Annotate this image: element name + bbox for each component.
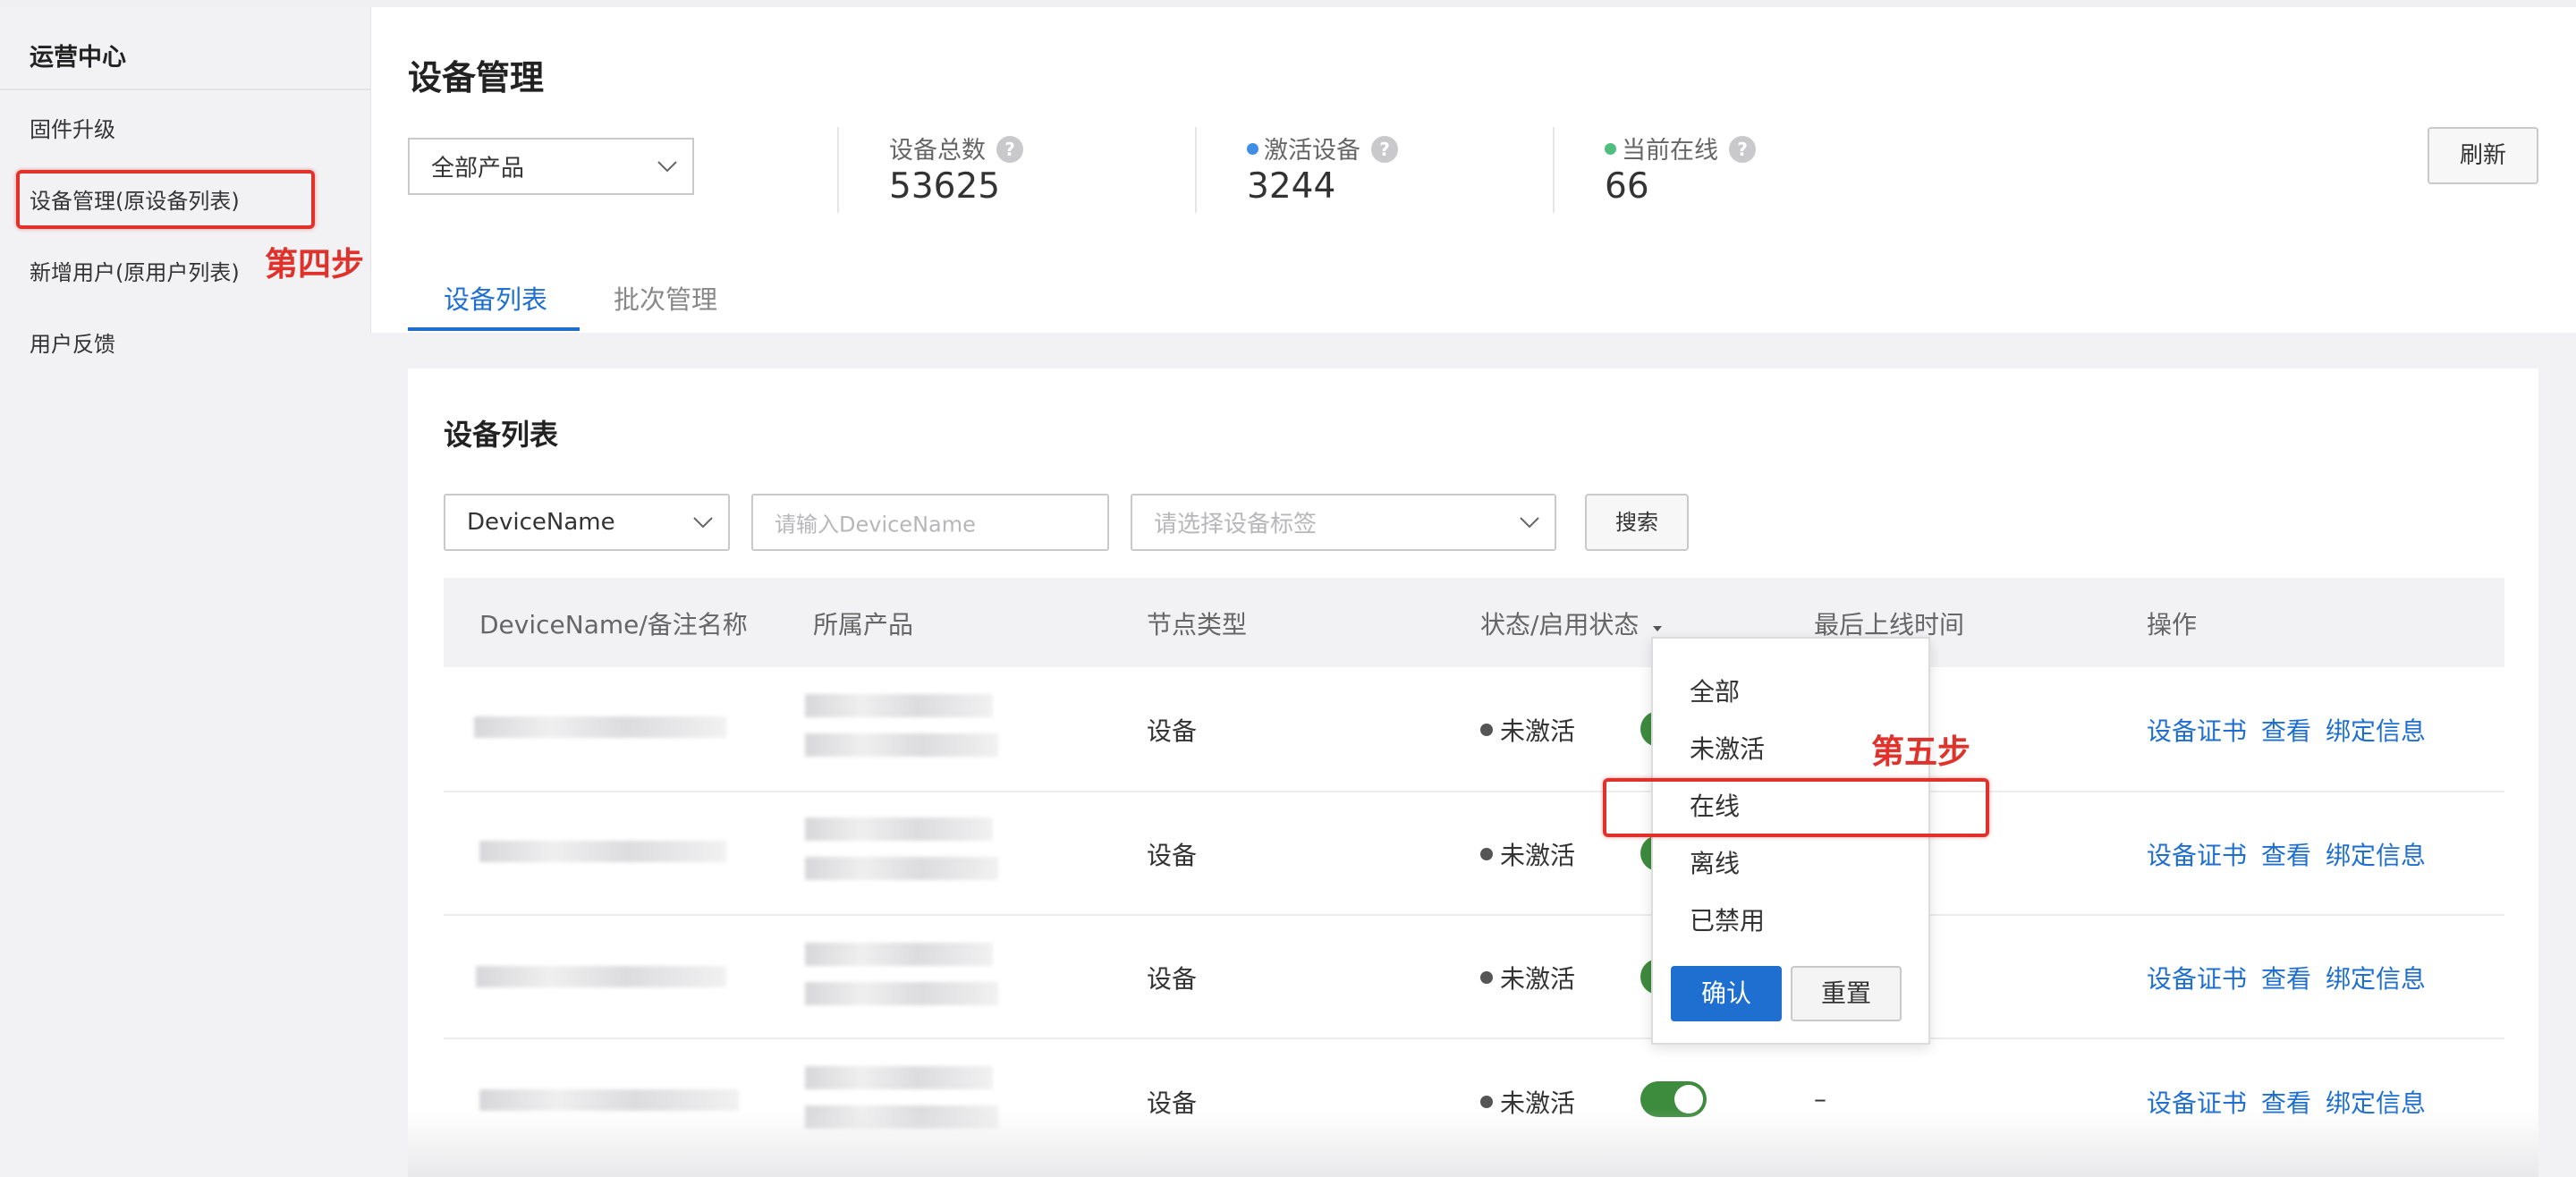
cert-link[interactable]: 设备证书 (2147, 960, 2247, 995)
sidebar-title: 运营中心 (30, 44, 126, 72)
stat-activated-label: 激活设备? (1247, 131, 1398, 165)
status-cell: 未激活 (1480, 836, 1575, 872)
node-type-cell: 设备 (1147, 964, 1198, 994)
status-dot-icon (1480, 724, 1493, 736)
activated-dot-icon (1247, 143, 1258, 155)
row-divider (444, 791, 2504, 792)
device-name-blurred (479, 1089, 739, 1111)
product-select[interactable]: 全部产品 (408, 138, 694, 195)
online-dot-icon (1605, 143, 1616, 155)
column-header-last-online: 最后上线时间 (1814, 610, 1965, 639)
device-tag-select[interactable]: 请选择设备标签 (1131, 494, 1556, 551)
column-header-status[interactable]: 状态/启用状态 (1480, 605, 1664, 641)
view-link[interactable]: 查看 (2261, 712, 2311, 748)
stat-online-text: 当前在线 (1622, 137, 1718, 165)
node-type-cell: 设备 (1147, 841, 1198, 870)
stat-total-value: 53625 (889, 166, 1001, 207)
sidebar-divider (0, 89, 370, 90)
stat-online-label: 当前在线? (1605, 131, 1756, 165)
stat-activated-value: 3244 (1247, 166, 1336, 207)
status-option-offline[interactable]: 离线 (1690, 844, 1740, 880)
column-header-node-type: 节点类型 (1147, 610, 1248, 639)
product-name-blurred (805, 943, 993, 966)
column-header-device-name: DeviceName/备注名称 (479, 610, 748, 639)
cert-link[interactable]: 设备证书 (2147, 836, 2247, 872)
status-cell: 未激活 (1480, 712, 1575, 748)
status-text: 未激活 (1500, 964, 1576, 994)
page-title: 设备管理 (408, 58, 545, 97)
sidebar-item-new-users[interactable]: 新增用户(原用户列表) (30, 255, 240, 286)
stat-divider (837, 127, 839, 213)
product-name-blurred (805, 1066, 993, 1089)
caret-down-icon[interactable] (1651, 624, 1664, 633)
product-key-blurred (805, 857, 998, 880)
top-bar (0, 0, 2576, 7)
row-divider (444, 914, 2504, 916)
help-icon[interactable]: ? (1371, 135, 1398, 163)
column-header-actions: 操作 (2147, 610, 2198, 639)
tab-active-indicator (408, 327, 580, 331)
view-link[interactable]: 查看 (2261, 960, 2311, 995)
filter-field-value: DeviceName (467, 509, 615, 536)
status-dot-icon (1480, 971, 1493, 984)
device-name-blurred (474, 716, 726, 738)
status-option-inactive[interactable]: 未激活 (1690, 730, 1765, 766)
row-divider (444, 1037, 2504, 1039)
device-name-input[interactable]: 请输入DeviceName (751, 494, 1109, 551)
bind-info-link[interactable]: 绑定信息 (2326, 836, 2426, 872)
status-dot-icon (1480, 1096, 1493, 1108)
cert-link[interactable]: 设备证书 (2147, 712, 2247, 748)
node-type-cell: 设备 (1147, 716, 1198, 746)
bottom-fade (408, 1109, 2538, 1177)
search-button[interactable]: 搜索 (1585, 494, 1689, 551)
status-text: 未激活 (1500, 841, 1576, 870)
device-name-blurred (479, 841, 726, 862)
chevron-down-icon (1520, 517, 1539, 529)
tab-batch-management[interactable]: 批次管理 (614, 279, 717, 317)
product-select-value: 全部产品 (431, 155, 525, 182)
view-link[interactable]: 查看 (2261, 836, 2311, 872)
card-title: 设备列表 (444, 418, 559, 452)
stat-divider (1195, 127, 1197, 213)
device-list-card (408, 368, 2538, 1177)
status-cell: 未激活 (1480, 960, 1575, 995)
filter-field-select[interactable]: DeviceName (444, 494, 730, 551)
help-icon[interactable]: ? (1729, 135, 1756, 163)
stat-activated-text: 激活设备 (1264, 137, 1360, 165)
sidebar-item-user-feedback[interactable]: 用户反馈 (30, 326, 115, 358)
step5-annotation: 第五步 (1871, 732, 1970, 771)
status-option-all[interactable]: 全部 (1690, 673, 1740, 708)
bind-info-link[interactable]: 绑定信息 (2326, 960, 2426, 995)
device-name-blurred (476, 966, 726, 987)
status-text: 未激活 (1500, 716, 1576, 746)
stat-divider (1553, 127, 1555, 213)
reset-button[interactable]: 重置 (1791, 966, 1902, 1021)
product-name-blurred (805, 694, 993, 717)
status-option-disabled[interactable]: 已禁用 (1690, 902, 1765, 937)
chevron-down-icon (657, 161, 677, 173)
confirm-button[interactable]: 确认 (1671, 966, 1782, 1021)
help-icon[interactable]: ? (996, 135, 1023, 163)
refresh-button[interactable]: 刷新 (2428, 127, 2538, 184)
device-name-placeholder: 请输入DeviceName (775, 512, 976, 538)
stat-online-value: 66 (1605, 166, 1649, 207)
tab-device-list[interactable]: 设备列表 (444, 279, 547, 317)
sidebar-item-firmware-upgrade[interactable]: 固件升级 (30, 112, 115, 143)
product-key-blurred (805, 982, 998, 1005)
bind-info-link[interactable]: 绑定信息 (2326, 712, 2426, 748)
step5-highlight-box (1603, 778, 1989, 837)
chevron-down-icon (693, 517, 713, 529)
column-header-status-text: 状态/启用状态 (1480, 610, 1640, 639)
step4-annotation: 第四步 (265, 245, 364, 284)
stat-total-text: 设备总数 (889, 137, 986, 165)
stat-total-label: 设备总数? (889, 131, 1023, 165)
product-key-blurred (805, 733, 998, 757)
step4-highlight-box (16, 170, 315, 229)
column-header-product: 所属产品 (813, 610, 914, 639)
product-name-blurred (805, 817, 993, 841)
device-tag-placeholder: 请选择设备标签 (1154, 511, 1318, 538)
status-dot-icon (1480, 848, 1493, 860)
